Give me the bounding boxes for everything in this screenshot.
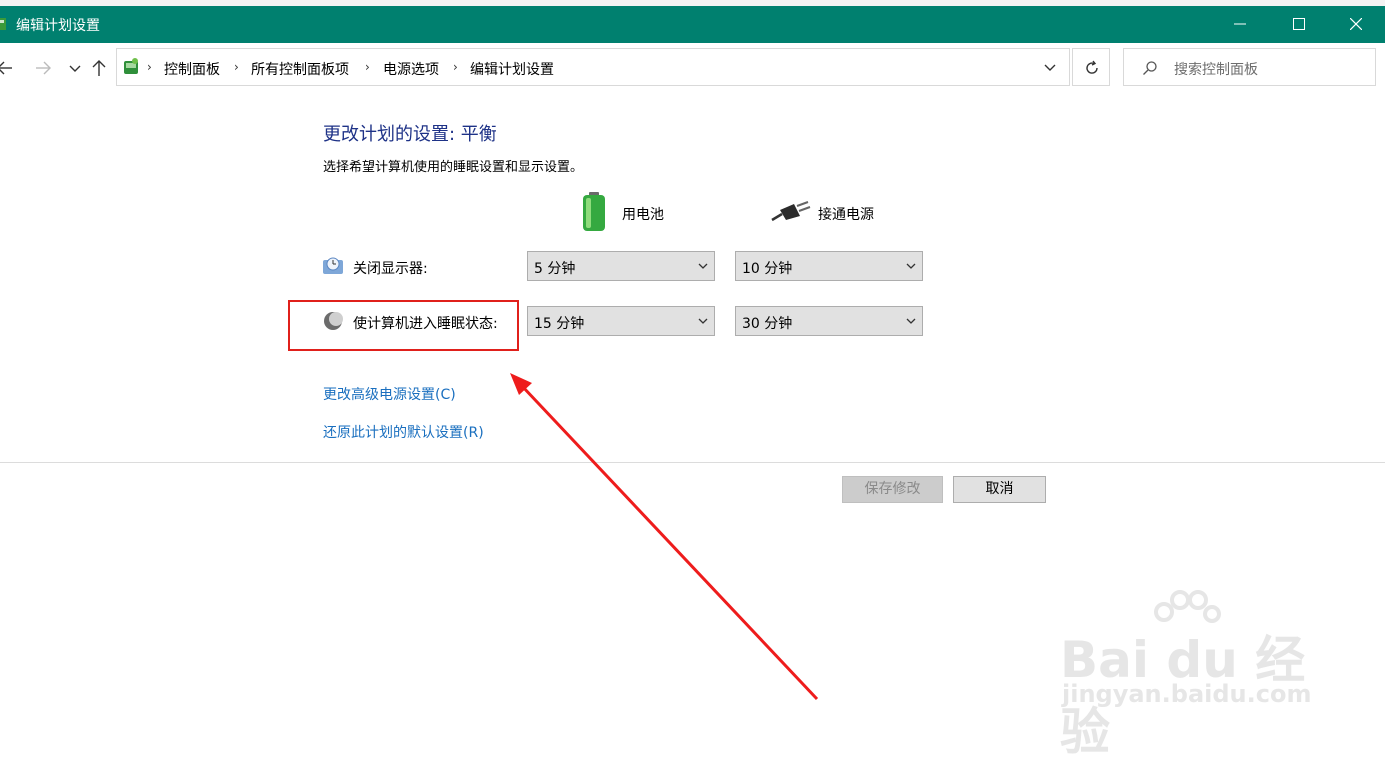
baidu-watermark: Bai du 经验 jingyan.baidu.com	[1060, 590, 1320, 761]
watermark-url: jingyan.baidu.com	[1062, 680, 1312, 708]
